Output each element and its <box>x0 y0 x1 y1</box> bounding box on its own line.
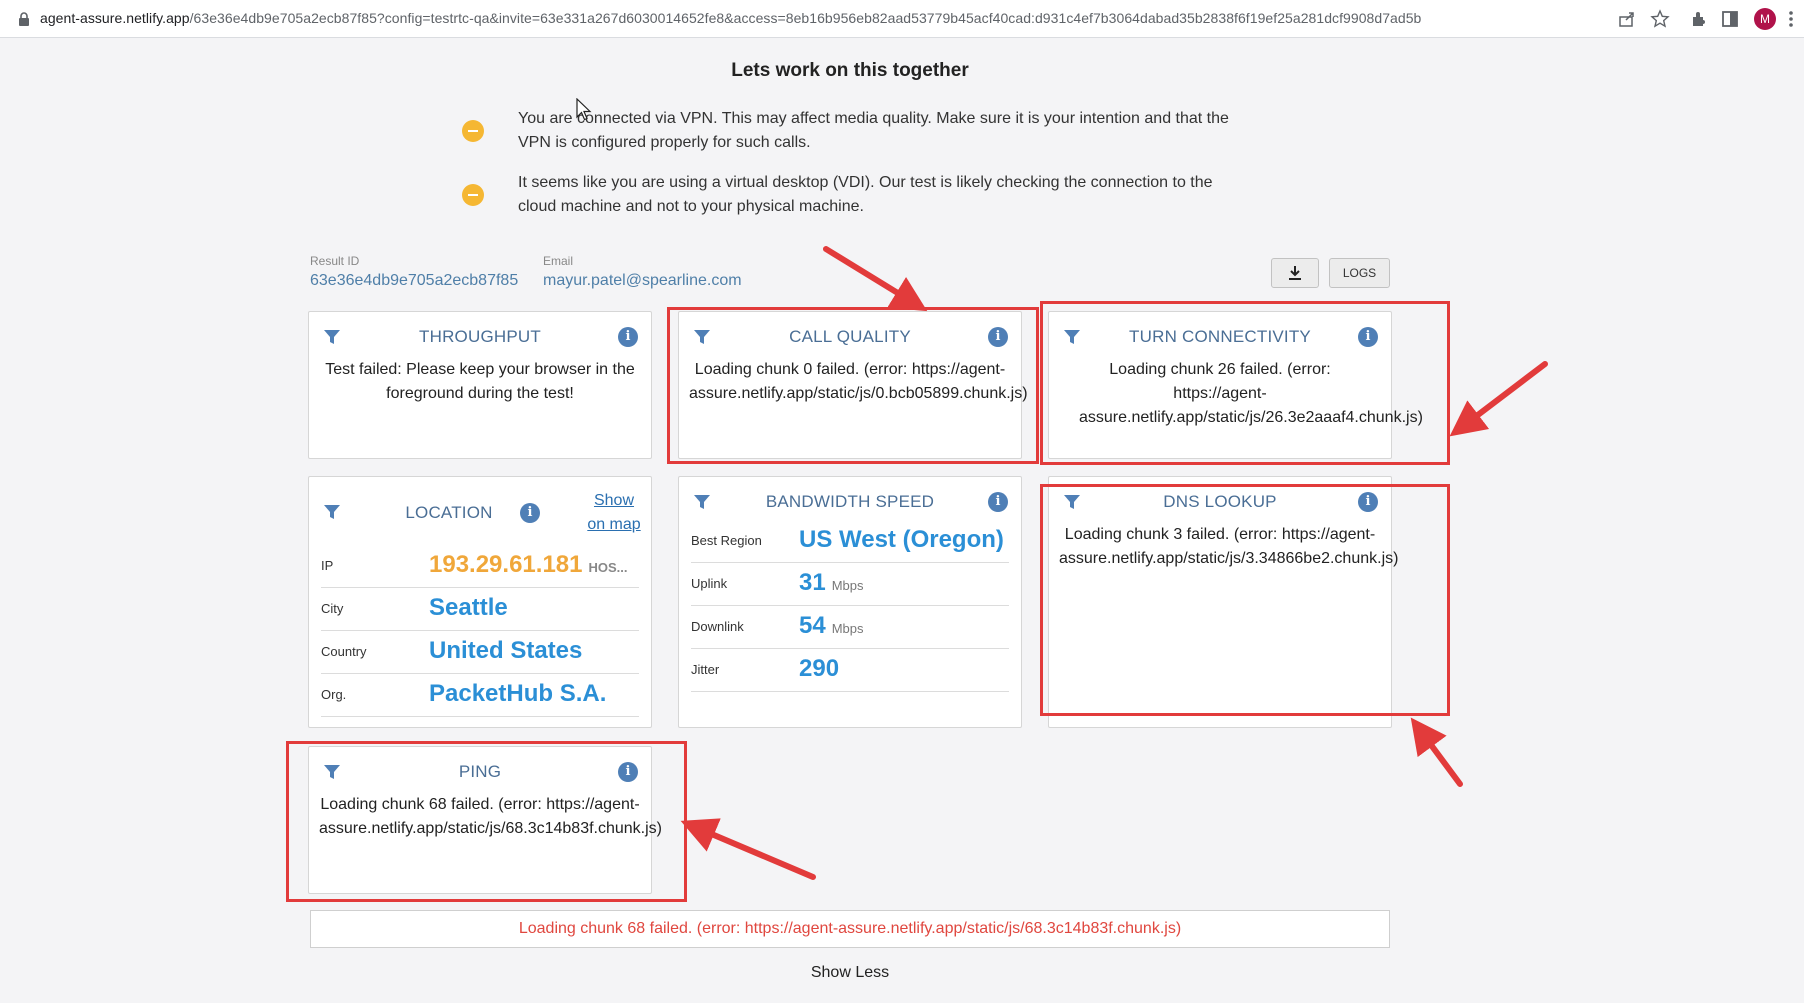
show-less-button[interactable]: Show Less <box>0 964 1700 982</box>
lock-icon <box>19 12 29 26</box>
city-key: City <box>321 601 344 616</box>
org-row: Org. PacketHub S.A. <box>321 674 639 717</box>
bandwidth-speed-card: BANDWIDTH SPEED i Best Region US West (O… <box>678 476 1022 728</box>
menu-dots-icon[interactable] <box>1786 9 1796 29</box>
jitter-key: Jitter <box>691 662 720 677</box>
downlink-value: 54 Mbps <box>799 612 864 640</box>
best-region-row: Best Region US West (Oregon) <box>691 520 1009 563</box>
show-less-label[interactable]: Show Less <box>811 964 889 981</box>
ip-row: IP 193.29.61.181 HOS... <box>321 545 639 588</box>
url-host: agent-assure.netlify.app <box>40 10 190 26</box>
info-icon[interactable]: i <box>520 503 540 523</box>
arrow-ping <box>680 818 816 880</box>
uplink-key: Uplink <box>691 576 728 591</box>
downlink-row: Downlink 54 Mbps <box>691 606 1009 649</box>
arrow-dns <box>1410 717 1463 787</box>
throughput-card: THROUGHPUT i Test failed: Please keep yo… <box>308 311 652 459</box>
star-icon[interactable] <box>1650 9 1670 29</box>
annotation-box-dns <box>1040 484 1450 716</box>
arrow-turn <box>1449 361 1548 437</box>
country-value: United States <box>429 637 583 664</box>
arrow-call-quality <box>823 246 928 312</box>
org-key: Org. <box>321 687 347 702</box>
vpn-warning-text: You are connected via VPN. This may affe… <box>518 110 1229 151</box>
country-key: Country <box>321 644 367 659</box>
downlink-key: Downlink <box>691 619 744 634</box>
jitter-value: 290 <box>799 655 840 682</box>
annotation-box-ping <box>286 741 687 902</box>
email-label: Email <box>543 254 574 268</box>
vdi-warning-text: It seems like you are using a virtual de… <box>518 174 1213 215</box>
city-row: City Seattle <box>321 588 639 631</box>
profile-avatar[interactable]: M <box>1754 8 1776 30</box>
email-value: mayur.patel@spearline.com <box>543 272 742 289</box>
uplink-unit: Mbps <box>831 578 864 593</box>
org-value: PacketHub S.A. <box>429 680 607 707</box>
url-text[interactable]: agent-assure.netlify.app/63e36e4db9e705a… <box>40 10 1421 26</box>
browser-address-bar: agent-assure.netlify.app/63e36e4db9e705a… <box>0 0 1804 38</box>
uplink-number: 31 <box>799 569 826 596</box>
bandwidth-speed-title: BANDWIDTH SPEED <box>765 492 935 511</box>
result-id-label: Result ID <box>310 254 360 268</box>
best-region-key: Best Region <box>691 533 762 548</box>
logs-button[interactable]: LOGS <box>1329 258 1390 288</box>
downlink-unit: Mbps <box>831 621 864 636</box>
city-value: Seattle <box>429 594 508 621</box>
best-region-value: US West (Oregon) <box>799 526 1004 553</box>
info-icon[interactable]: i <box>618 327 638 347</box>
mouse-cursor-icon <box>576 98 592 121</box>
url-path: /63e36e4db9e705a2ecb87f85?config=testrtc… <box>189 10 1422 26</box>
ip-address: 193.29.61.181 <box>429 551 583 578</box>
warning-icon <box>462 184 484 206</box>
throughput-message: Test failed: Please keep your browser in… <box>325 361 635 402</box>
warning-icon <box>462 120 484 142</box>
info-icon[interactable]: i <box>988 492 1008 512</box>
ip-key: IP <box>321 558 334 573</box>
show-on-map-link[interactable]: Show on map <box>584 489 644 537</box>
error-banner: Loading chunk 68 failed. (error: https:/… <box>310 910 1390 948</box>
uplink-row: Uplink 31 Mbps <box>691 563 1009 606</box>
jitter-row: Jitter 290 <box>691 649 1009 692</box>
download-icon <box>1289 266 1301 280</box>
location-card: LOCATION i Show on map IP 193.29.61.181 H… <box>308 476 652 728</box>
location-title: LOCATION <box>405 503 493 522</box>
ip-value: 193.29.61.181 HOS... <box>429 551 628 579</box>
filter-icon[interactable] <box>323 503 341 521</box>
result-id-value: 63e36e4db9e705a2ecb87f85 <box>310 272 519 289</box>
annotation-box-turn <box>1040 301 1450 465</box>
extensions-icon[interactable] <box>1689 9 1709 29</box>
page-title: Lets work on this together <box>731 60 969 81</box>
side-panel-icon[interactable] <box>1720 9 1740 29</box>
share-icon[interactable] <box>1617 9 1637 29</box>
downlink-number: 54 <box>799 612 826 639</box>
annotation-box-call-quality <box>667 307 1039 464</box>
ip-host-suffix: HOS... <box>588 560 628 575</box>
vdi-warning: It seems like you are using a virtual de… <box>462 171 1238 219</box>
country-row: Country United States <box>321 631 639 674</box>
throughput-title: THROUGHPUT <box>419 327 541 346</box>
download-button[interactable] <box>1271 258 1319 288</box>
uplink-value: 31 Mbps <box>799 569 864 597</box>
